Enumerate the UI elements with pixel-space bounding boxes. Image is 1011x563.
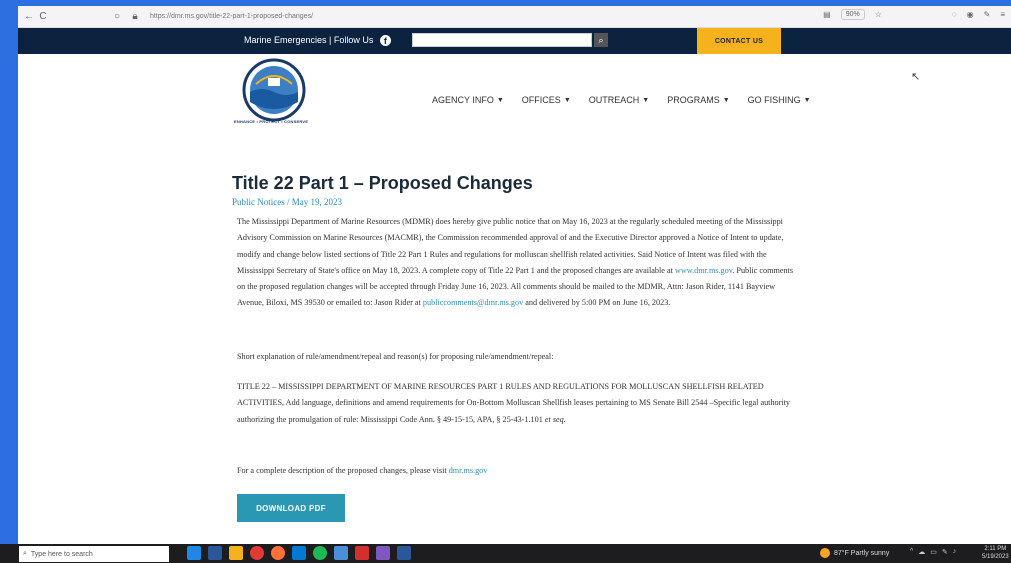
- notice-paragraph: The Mississippi Department of Marine Res…: [237, 214, 793, 312]
- et-seq-text: et seq.: [544, 414, 566, 424]
- paragraph-text: and delivered by 5:00 PM on June 16, 202…: [525, 298, 671, 308]
- mouse-cursor-icon: ↖: [911, 71, 921, 83]
- dmr-website-link[interactable]: www.dmr.ms.gov: [675, 266, 732, 275]
- system-tray: ^ ☁ ▭ ✎ ♪: [910, 548, 956, 556]
- nav-label: OFFICES: [521, 95, 561, 105]
- outlook-icon[interactable]: [187, 546, 201, 560]
- acrobat-icon[interactable]: [355, 546, 369, 560]
- site-topbar: Marine Emergencies | Follow Us f ⌕ CONTA…: [18, 28, 1011, 54]
- brush-icon[interactable]: ✎: [984, 10, 991, 19]
- weather-text: 87°F Partly sunny: [834, 549, 890, 557]
- sun-icon: [820, 548, 830, 558]
- reload-icon[interactable]: C: [36, 11, 50, 22]
- menu-icon[interactable]: ≡: [1000, 10, 1005, 19]
- windows-taskbar: ⌕ Type here to search 87°F Partly sunny …: [0, 544, 1011, 563]
- facebook-icon[interactable]: f: [379, 35, 391, 47]
- spotify-icon[interactable]: [313, 546, 327, 560]
- extension-icon[interactable]: ◉: [967, 10, 974, 19]
- cloud-icon[interactable]: ☁: [918, 548, 925, 556]
- nav-item-outreach[interactable]: OUTREACH ▼: [589, 95, 649, 105]
- reader-view-icon[interactable]: ▤: [823, 10, 831, 19]
- teams-icon[interactable]: [208, 546, 222, 560]
- emergency-label: Marine Emergencies | Follow Us: [244, 35, 374, 45]
- chevron-down-icon: ▼: [722, 96, 730, 104]
- clock-date: 5/19/2023: [982, 554, 1009, 560]
- shield-icon: ○: [113, 11, 121, 22]
- nav-label: AGENCY INFO: [432, 95, 494, 105]
- description-paragraph: For a complete description of the propos…: [237, 463, 793, 479]
- chevron-down-icon: ▼: [803, 96, 811, 104]
- nav-item-programs[interactable]: PROGRAMS ▼: [667, 95, 729, 105]
- email-link[interactable]: publiccomments@dmr.ms.gov: [423, 298, 523, 307]
- taskbar-apps: [187, 546, 411, 560]
- nav-label: OUTREACH: [588, 95, 640, 105]
- pocket-icon[interactable]: ◌: [952, 10, 957, 19]
- nav-item-offices[interactable]: OFFICES ▼: [522, 95, 571, 105]
- nav-label: GO FISHING: [747, 95, 801, 105]
- site-search-input[interactable]: [412, 33, 592, 47]
- nav-item-agency-info[interactable]: AGENCY INFO ▼: [432, 95, 504, 105]
- browser-window: ← C ○ 🔒︎ https://dmr.ms.gov/title-22-par…: [18, 6, 1011, 563]
- url-text[interactable]: https://dmr.ms.gov/title-22-part-1-propo…: [150, 13, 313, 20]
- logo-tagline: ENHANCE • PROTECT • CONSERVE: [234, 119, 309, 124]
- chevron-up-icon[interactable]: ^: [910, 548, 913, 556]
- chevron-down-icon: ▼: [563, 96, 571, 104]
- address-bar[interactable]: ○ 🔒︎ https://dmr.ms.gov/title-22-part-1-…: [110, 11, 313, 22]
- page-title: Title 22 Part 1 – Proposed Changes: [232, 173, 533, 193]
- taskbar-search[interactable]: ⌕ Type here to search: [19, 546, 169, 562]
- contact-us-button[interactable]: CONTACT US: [697, 28, 781, 54]
- search-icon[interactable]: ⌕: [594, 33, 608, 47]
- main-nav: AGENCY INFO ▼ OFFICES ▼ OUTREACH ▼ PROGRAMS…: [432, 95, 811, 105]
- zoom-level[interactable]: 90%: [840, 9, 865, 20]
- post-meta[interactable]: Public Notices / May 19, 2023: [232, 197, 342, 207]
- bookmark-star-icon[interactable]: ☆: [875, 10, 882, 19]
- rule-paragraph: TITLE 22 – MISSISSIPPI DEPARTMENT OF MAR…: [237, 379, 793, 428]
- pen-icon[interactable]: ✎: [942, 548, 948, 556]
- volume-icon[interactable]: ♪: [953, 548, 957, 556]
- lock-icon: 🔒︎: [132, 11, 138, 22]
- emergency-text: Marine Emergencies | Follow Us f: [244, 35, 391, 47]
- chevron-down-icon: ▼: [496, 96, 504, 104]
- clock-time: 2:11 PM: [984, 546, 1007, 552]
- weather-widget[interactable]: 87°F Partly sunny: [820, 548, 889, 558]
- chevron-down-icon: ▼: [642, 96, 650, 104]
- taskbar-clock[interactable]: 2:11 PM 5/19/2023: [982, 545, 1009, 561]
- app-icon[interactable]: [376, 546, 390, 560]
- chrome-icon[interactable]: [250, 546, 264, 560]
- paragraph-text: For a complete description of the propos…: [237, 466, 447, 475]
- network-icon[interactable]: ▭: [930, 548, 937, 556]
- app-icon[interactable]: [334, 546, 348, 560]
- calculator-icon[interactable]: [292, 546, 306, 560]
- word-icon[interactable]: [397, 546, 411, 560]
- browser-toolbar: ← C ○ 🔒︎ https://dmr.ms.gov/title-22-par…: [18, 6, 1011, 28]
- back-icon[interactable]: ←: [22, 11, 36, 22]
- explanation-heading: Short explanation of rule/amendment/repe…: [237, 352, 554, 361]
- download-pdf-button[interactable]: DOWNLOAD PDF: [237, 494, 345, 522]
- nav-item-go-fishing[interactable]: GO FISHING ▼: [748, 95, 811, 105]
- search-icon: ⌕: [23, 550, 27, 557]
- file-explorer-icon[interactable]: [229, 546, 243, 560]
- paragraph-text: TITLE 22 – MISSISSIPPI DEPARTMENT OF MAR…: [237, 382, 791, 424]
- search-placeholder: Type here to search: [30, 550, 93, 558]
- dmr-link[interactable]: dmr.ms.gov: [449, 466, 488, 475]
- firefox-icon[interactable]: [271, 546, 285, 560]
- nav-label: PROGRAMS: [667, 95, 720, 105]
